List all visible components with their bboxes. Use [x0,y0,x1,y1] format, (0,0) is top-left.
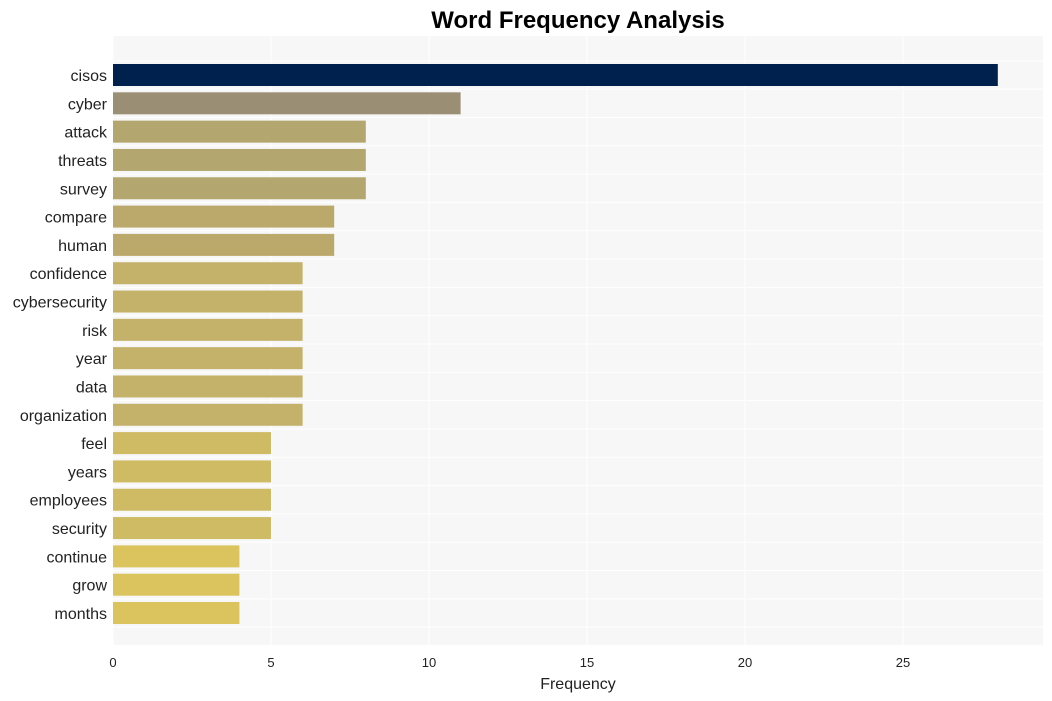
y-axis-labels: cisos cyber attack threats survey compare huma… [13,68,108,623]
y-tick-label: human [58,238,107,255]
y-tick-label: months [55,606,107,623]
bar-cyber [113,92,461,115]
bar-months [113,602,240,624]
y-tick-label: security [52,521,107,538]
x-axis-label: Frequency [540,676,616,693]
x-tick-label: 0 [109,655,116,670]
x-tick-label: 15 [580,655,594,670]
bar-feel [113,432,271,455]
y-tick-label: survey [60,181,107,198]
y-tick-label: threats [58,153,107,170]
bar-years [113,460,271,483]
bar-data [113,375,303,398]
x-tick-label: 10 [422,655,436,670]
y-tick-label: continue [47,549,108,566]
x-tick-label: 5 [267,655,274,670]
y-tick-label: employees [30,493,107,510]
y-tick-label: cisos [71,68,107,85]
bar-year [113,347,303,370]
bar-attack [113,120,366,143]
x-tick-label: 25 [896,655,910,670]
bar-cybersecurity [113,290,303,313]
bar-confidence [113,262,303,285]
bar-threats [113,148,366,171]
bar-continue [113,545,240,568]
y-tick-label: cyber [68,96,108,113]
y-tick-label: compare [45,210,107,227]
word-frequency-chart: cisos cyber attack threats survey compare huma… [13,7,1043,693]
bar-cisos [113,64,998,86]
y-tick-label: grow [72,578,107,595]
bar-security [113,517,271,540]
y-tick-label: organization [20,408,107,425]
y-tick-label: years [68,464,107,481]
bar-human [113,233,335,256]
y-tick-label: data [76,379,107,396]
chart-title: Word Frequency Analysis [431,7,724,34]
y-tick-label: confidence [30,266,107,283]
bar-risk [113,318,303,341]
bar-grow [113,573,240,596]
bar-survey [113,177,366,200]
y-tick-label: year [76,351,108,368]
y-tick-label: risk [82,323,108,340]
y-tick-label: feel [81,436,107,453]
x-axis-ticks: 0 5 10 15 20 25 [109,655,910,670]
bar-compare [113,205,335,228]
y-tick-label: cybersecurity [13,295,107,312]
y-tick-label: attack [64,125,108,142]
bar-organization [113,403,303,426]
bar-employees [113,488,271,511]
x-tick-label: 20 [738,655,752,670]
